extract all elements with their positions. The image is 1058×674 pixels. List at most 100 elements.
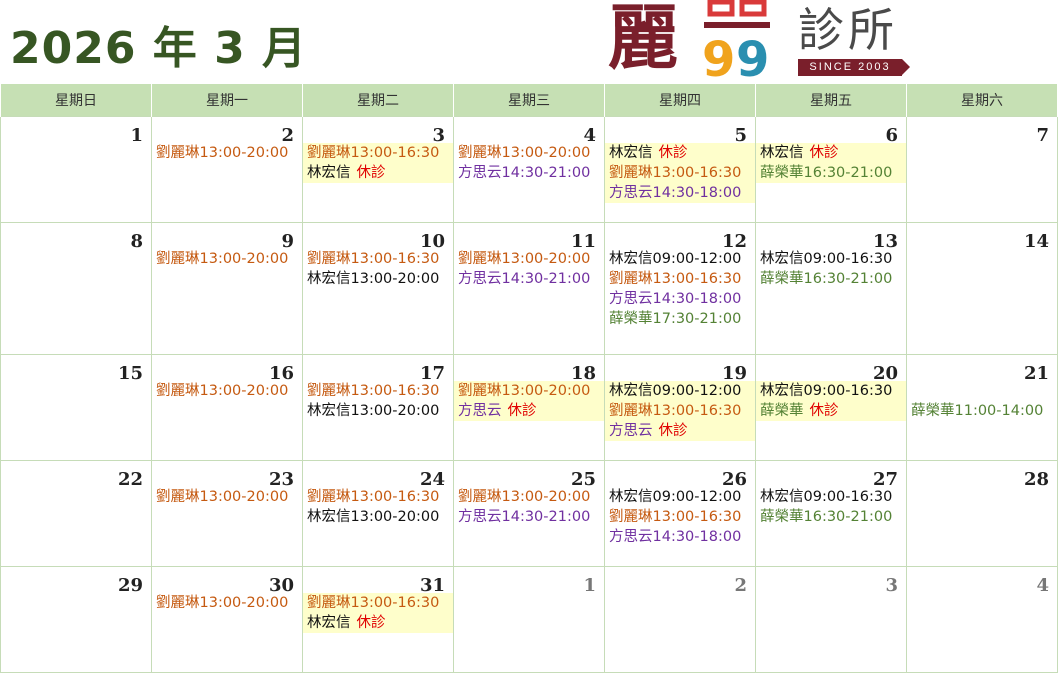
doctor-hours: 薛榮華11:00-14:00 xyxy=(911,403,1044,419)
day-cell[interactable]: 4 劉麗琳13:00-20:00 方思云14:30-21:00 xyxy=(453,116,605,223)
schedule-entry: 劉麗琳13:00-16:30 xyxy=(307,249,453,269)
day-cell[interactable]: 4 xyxy=(906,566,1058,673)
day-number: 27 xyxy=(872,469,898,490)
day-cell[interactable]: 11 劉麗琳13:00-20:00 方思云14:30-21:00 xyxy=(453,222,605,355)
day-cell[interactable]: 15 xyxy=(0,354,152,461)
schedule-list: 林宏信09:00-12:00 劉麗琳13:00-16:30 方思云14:30-18:… xyxy=(605,487,755,547)
schedule-list: 劉麗琳13:00-16:30 林宏信13:00-20:00 xyxy=(303,249,453,289)
weekday-tue: 星期二 xyxy=(302,84,454,117)
doctor-hours: 劉麗琳13:00-16:30 xyxy=(609,403,742,419)
schedule-entry: 劉麗琳13:00-20:00 xyxy=(458,381,604,401)
day-cell[interactable]: 1 xyxy=(453,566,605,673)
schedule-entry: 薛榮華16:30-21:00 xyxy=(760,507,906,527)
day-cell[interactable]: 26 林宏信09:00-12:00 劉麗琳13:00-16:30 方思云14:30-1… xyxy=(604,460,756,567)
schedule-entry: 林宏信 休診 xyxy=(307,613,453,633)
day-number: 3 xyxy=(432,125,445,146)
day-cell[interactable]: 8 xyxy=(0,222,152,355)
week-row: 1 2 劉麗琳13:00-20:00 3 劉麗琳13:00-16:30 林宏信 休診 4 劉麗琳… xyxy=(0,116,1058,223)
day-cell[interactable]: 13 林宏信09:00-16:30 薛榮華16:30-21:00 xyxy=(755,222,907,355)
day-cell[interactable]: 21 薛榮華11:00-14:00 xyxy=(906,354,1058,461)
schedule-list: 劉麗琳13:00-20:00 方思云14:30-21:00 xyxy=(454,487,604,527)
weekday-fri: 星期五 xyxy=(755,84,907,117)
day-cell[interactable]: 2 xyxy=(604,566,756,673)
day-cell[interactable]: 22 xyxy=(0,460,152,567)
schedule-list: 劉麗琳13:00-20:00 方思云14:30-21:00 xyxy=(454,143,604,183)
day-number: 18 xyxy=(570,363,596,384)
schedule-list: 劉麗琳13:00-16:30 林宏信 休診 xyxy=(303,143,453,183)
schedule-entry: 劉麗琳13:00-16:30 xyxy=(307,593,453,613)
day-cell[interactable]: 12 林宏信09:00-12:00 劉麗琳13:00-16:30 方思云14:30-1… xyxy=(604,222,756,355)
day-cell[interactable]: 23 劉麗琳13:00-20:00 xyxy=(151,460,303,567)
week-row: 29 30 劉麗琳13:00-20:00 31 劉麗琳13:00-16:30 林宏信 休診 1… xyxy=(0,566,1058,673)
day-cell[interactable]: 20 林宏信09:00-16:30 薛榮華 休診 xyxy=(755,354,907,461)
day-cell[interactable]: 6 林宏信 休診 薛榮華16:30-21:00 xyxy=(755,116,907,223)
doctor-hours: 林宏信09:00-16:30 xyxy=(760,383,893,399)
schedule-entry: 方思云14:30-21:00 xyxy=(458,507,604,527)
doctor-hours: 方思云 xyxy=(458,403,502,419)
day-number: 22 xyxy=(117,469,143,490)
day-cell[interactable]: 24 劉麗琳13:00-16:30 林宏信13:00-20:00 xyxy=(302,460,454,567)
day-cell[interactable]: 3 劉麗琳13:00-16:30 林宏信 休診 xyxy=(302,116,454,223)
schedule-list: 林宏信09:00-16:30 薛榮華16:30-21:00 xyxy=(756,487,906,527)
doctor-hours: 劉麗琳13:00-16:30 xyxy=(307,595,440,611)
logo-since-tag: SINCE 2003 xyxy=(798,59,910,76)
doctor-hours: 劉麗琳13:00-16:30 xyxy=(609,165,742,181)
doctor-hours: 劉麗琳13:00-20:00 xyxy=(156,595,289,611)
day-cell[interactable]: 25 劉麗琳13:00-20:00 方思云14:30-21:00 xyxy=(453,460,605,567)
day-number: 20 xyxy=(872,363,898,384)
day-cell[interactable]: 2 劉麗琳13:00-20:00 xyxy=(151,116,303,223)
schedule-entry: 薛榮華17:30-21:00 xyxy=(609,309,755,329)
day-number: 25 xyxy=(570,469,596,490)
schedule-entry: 林宏信13:00-20:00 xyxy=(307,269,453,289)
logo-99-icon: 9 9 xyxy=(702,0,770,80)
day-cell[interactable]: 9 劉麗琳13:00-20:00 xyxy=(151,222,303,355)
doctor-hours: 林宏信09:00-12:00 xyxy=(609,489,742,505)
doctor-hours: 方思云14:30-18:00 xyxy=(609,185,742,201)
day-number: 26 xyxy=(721,469,747,490)
schedule-entry: 方思云14:30-18:00 xyxy=(609,183,755,203)
day-cell[interactable]: 18 劉麗琳13:00-20:00 方思云 休診 xyxy=(453,354,605,461)
day-cell[interactable]: 1 xyxy=(0,116,152,223)
day-cell[interactable]: 30 劉麗琳13:00-20:00 xyxy=(151,566,303,673)
day-cell[interactable]: 31 劉麗琳13:00-16:30 林宏信 休診 xyxy=(302,566,454,673)
day-cell[interactable]: 17 劉麗琳13:00-16:30 林宏信13:00-20:00 xyxy=(302,354,454,461)
schedule-entry: 劉麗琳13:00-20:00 xyxy=(156,593,302,613)
closed-label: 休診 xyxy=(356,615,386,631)
closed-label: 休診 xyxy=(809,403,839,419)
day-cell[interactable]: 14 xyxy=(906,222,1058,355)
doctor-hours: 林宏信13:00-20:00 xyxy=(307,271,440,287)
schedule-entry: 林宏信09:00-16:30 xyxy=(760,249,906,269)
day-number: 16 xyxy=(268,363,294,384)
day-number: 23 xyxy=(268,469,294,490)
day-cell[interactable]: 10 劉麗琳13:00-16:30 林宏信13:00-20:00 xyxy=(302,222,454,355)
day-cell[interactable]: 28 xyxy=(906,460,1058,567)
day-number: 19 xyxy=(721,363,747,384)
day-cell[interactable]: 7 xyxy=(906,116,1058,223)
doctor-hours: 劉麗琳13:00-20:00 xyxy=(458,251,591,267)
doctor-hours: 方思云 xyxy=(609,423,653,439)
schedule-entry: 薛榮華16:30-21:00 xyxy=(760,269,906,289)
doctor-hours: 林宏信09:00-12:00 xyxy=(609,251,742,267)
weekday-thu: 星期四 xyxy=(604,84,756,117)
doctor-hours: 林宏信 xyxy=(307,615,351,631)
doctor-hours: 劉麗琳13:00-20:00 xyxy=(458,145,591,161)
day-number: 4 xyxy=(1036,575,1049,596)
day-cell[interactable]: 27 林宏信09:00-16:30 薛榮華16:30-21:00 xyxy=(755,460,907,567)
schedule-entry: 林宏信09:00-16:30 xyxy=(760,381,906,401)
schedule-entry: 林宏信09:00-12:00 xyxy=(609,381,755,401)
day-cell[interactable]: 19 林宏信09:00-12:00 劉麗琳13:00-16:30 方思云 休診 xyxy=(604,354,756,461)
schedule-list: 林宏信09:00-12:00 劉麗琳13:00-16:30 方思云14:30-18:… xyxy=(605,249,755,329)
schedule-entry: 薛榮華 休診 xyxy=(760,401,906,421)
day-cell[interactable]: 5 林宏信 休診 劉麗琳13:00-16:30 方思云14:30-18:00 xyxy=(604,116,756,223)
day-number: 12 xyxy=(721,231,747,252)
month-title: 2026 年 3 月 xyxy=(10,23,308,74)
weekday-sun: 星期日 xyxy=(0,84,152,117)
day-cell[interactable]: 29 xyxy=(0,566,152,673)
day-cell[interactable]: 16 劉麗琳13:00-20:00 xyxy=(151,354,303,461)
doctor-hours: 林宏信09:00-16:30 xyxy=(760,251,893,267)
closed-label: 休診 xyxy=(809,145,839,161)
doctor-hours: 林宏信13:00-20:00 xyxy=(307,509,440,525)
schedule-entry: 方思云14:30-21:00 xyxy=(458,163,604,183)
doctor-hours: 林宏信 xyxy=(760,145,804,161)
day-cell[interactable]: 3 xyxy=(755,566,907,673)
